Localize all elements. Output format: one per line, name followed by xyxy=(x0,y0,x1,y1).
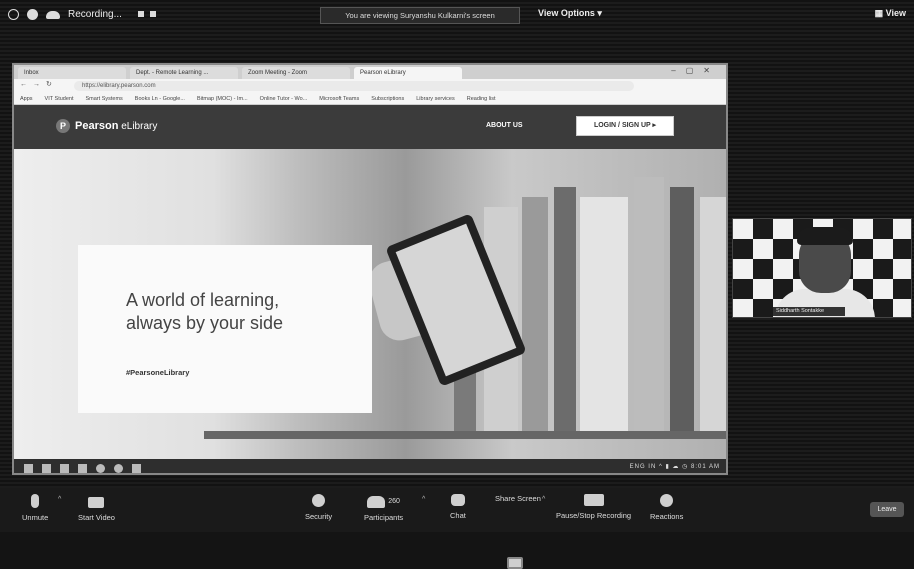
hero-banner: A world of learning, always by your side… xyxy=(14,149,726,473)
participant-video[interactable]: Siddharth Sontakke xyxy=(732,218,912,318)
pause-icon[interactable] xyxy=(137,11,144,17)
url-field[interactable]: https://elibrary.pearson.com xyxy=(74,81,634,91)
shield-icon xyxy=(312,494,326,507)
pearson-logo-icon: P xyxy=(56,119,70,133)
participants-options-caret[interactable]: ^ xyxy=(422,496,425,503)
search-icon[interactable] xyxy=(42,463,51,473)
bookmark-item[interactable]: Subscriptions xyxy=(371,93,404,104)
share-screen-label: Share Screen xyxy=(495,494,541,503)
browser-tab[interactable]: Dept. - Remote Learning ... xyxy=(130,67,238,79)
site-header: P Pearson eLibrary ABOUT US LOGIN / SIGN… xyxy=(14,105,726,149)
hero-title-line: A world of learning, xyxy=(126,290,280,310)
chrome-icon[interactable] xyxy=(96,463,105,473)
book-spine xyxy=(522,197,548,437)
security-label: Security xyxy=(305,512,333,521)
participants-button[interactable]: 260 Participants xyxy=(364,494,403,522)
shield-icon[interactable] xyxy=(27,9,38,20)
participant-name: Siddharth Sontakke xyxy=(773,307,845,316)
viewing-screen-text: You are viewing Suryanshu Kulkarni's scr… xyxy=(345,11,495,20)
participants-count: 260 xyxy=(388,497,400,505)
bookmark-item[interactable]: Books Ln - Google... xyxy=(135,93,185,104)
bookmark-item[interactable]: Library services xyxy=(416,93,455,104)
book-spine xyxy=(580,197,628,437)
recording-controls[interactable] xyxy=(137,9,162,20)
stop-icon[interactable] xyxy=(149,11,156,17)
info-icon[interactable] xyxy=(8,9,19,20)
browser-tab[interactable]: Inbox xyxy=(18,67,126,79)
browser-tab[interactable]: Zoom Meeting - Zoom xyxy=(242,67,350,79)
browser-tab-strip: Inbox Dept. - Remote Learning ... Zoom M… xyxy=(14,65,726,79)
meeting-top-bar: Recording... You are viewing Suryanshu K… xyxy=(0,0,914,32)
chat-label: Chat xyxy=(450,511,466,520)
security-button[interactable]: Security xyxy=(305,494,332,521)
logo-product: eLibrary xyxy=(121,121,158,132)
chrome-icon[interactable] xyxy=(114,463,123,473)
book-spine xyxy=(700,197,726,437)
pearson-logo[interactable]: P Pearson eLibrary xyxy=(56,119,157,133)
chat-button[interactable]: Chat xyxy=(450,494,466,520)
reactions-icon xyxy=(660,494,674,507)
start-video-button[interactable]: Start Video xyxy=(78,494,115,522)
window-controls[interactable]: –▢✕ xyxy=(671,66,720,75)
task-view-icon[interactable] xyxy=(60,463,69,473)
bookmark-item[interactable]: Online Tutor - Wo... xyxy=(260,93,308,104)
about-us-link[interactable]: ABOUT US xyxy=(486,122,523,129)
bookmarks-bar: Apps VIT Student Smart Systems Books Ln … xyxy=(14,93,726,105)
share-options-caret[interactable]: ^ xyxy=(542,496,545,503)
shared-screen: Inbox Dept. - Remote Learning ... Zoom M… xyxy=(12,63,728,475)
video-off-icon xyxy=(88,497,105,508)
shelf xyxy=(204,431,726,439)
participants-icon xyxy=(367,496,386,508)
app-icon[interactable] xyxy=(132,463,141,473)
recording-label: Pause/Stop Recording xyxy=(556,511,632,520)
participant-hair xyxy=(797,227,853,245)
unmute-label: Unmute xyxy=(22,513,49,522)
share-screen-icon xyxy=(507,557,523,569)
cloud-recording-icon xyxy=(46,10,60,19)
recording-button[interactable]: Pause/Stop Recording xyxy=(556,494,631,520)
meeting-toolbar: Unmute ^ Start Video Security 260 Partic… xyxy=(0,488,914,569)
leave-button[interactable]: Leave xyxy=(870,502,904,517)
participants-icon-row: 260 xyxy=(367,494,400,513)
bookmark-item[interactable]: VIT Student xyxy=(45,93,74,104)
windows-taskbar: ENG IN ^ ▮ ☁ ◷ 8:01 AM xyxy=(14,459,726,473)
hero-title-line: always by your side xyxy=(126,313,284,333)
viewing-screen-banner: You are viewing Suryanshu Kulkarni's scr… xyxy=(320,7,520,24)
participants-label: Participants xyxy=(364,513,404,522)
bookmark-item[interactable]: Smart Systems xyxy=(86,93,123,104)
bookmark-item[interactable]: Apps xyxy=(20,93,33,104)
book-spine xyxy=(670,187,694,437)
bookmark-item[interactable]: Bitmap (MOC) - Im... xyxy=(197,93,248,104)
reactions-button[interactable]: Reactions xyxy=(650,494,683,521)
reactions-label: Reactions xyxy=(650,512,684,521)
recording-label: Recording... xyxy=(68,9,122,20)
hero-title: A world of learning, always by your side xyxy=(126,289,356,335)
bookmark-item[interactable]: Reading list xyxy=(467,93,496,104)
system-tray[interactable]: ENG IN ^ ▮ ☁ ◷ 8:01 AM xyxy=(630,463,720,470)
book-spine xyxy=(634,177,664,437)
share-screen-button[interactable]: Share Screen xyxy=(495,494,541,569)
pause-stop-recording-icon xyxy=(583,494,604,506)
chat-icon xyxy=(450,494,465,506)
logo-text: Pearson eLibrary xyxy=(75,120,157,132)
browser-tab-active[interactable]: Pearson eLibrary xyxy=(354,67,462,79)
nav-buttons[interactable]: ←→↻ xyxy=(20,80,58,88)
view-options-button[interactable]: View Options ▾ xyxy=(538,8,602,19)
windows-start-icon[interactable] xyxy=(24,463,33,473)
audio-options-caret[interactable]: ^ xyxy=(58,496,61,503)
top-left-controls: Recording... xyxy=(8,9,162,20)
hero-hashtag: #PearsoneLibrary xyxy=(126,368,190,377)
browser-address-bar: ←→↻ https://elibrary.pearson.com xyxy=(14,79,726,93)
bookmark-item[interactable]: Microsoft Teams xyxy=(319,93,359,104)
start-video-label: Start Video xyxy=(78,513,115,522)
login-signup-button[interactable]: LOGIN / SIGN UP ▸ xyxy=(576,116,674,136)
hero-card: A world of learning, always by your side… xyxy=(78,245,372,413)
logo-brand: Pearson xyxy=(75,120,119,132)
microphone-muted-icon xyxy=(31,494,40,508)
book-spine xyxy=(554,187,576,437)
file-explorer-icon[interactable] xyxy=(78,463,87,473)
view-button[interactable]: ▦ View xyxy=(875,8,906,19)
unmute-button[interactable]: Unmute xyxy=(22,494,48,522)
